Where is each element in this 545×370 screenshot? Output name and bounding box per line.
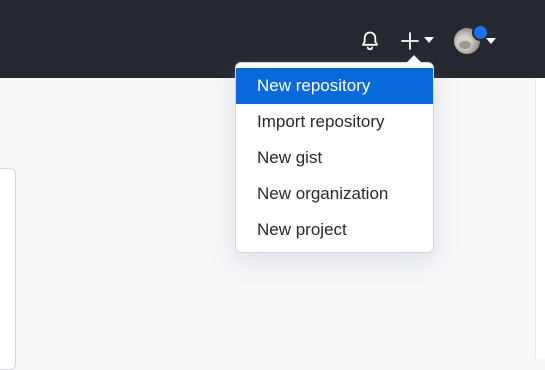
dropdown-caret-fill: [407, 56, 421, 63]
avatar-image-detail: [459, 41, 471, 49]
bell-icon: [362, 31, 378, 51]
menu-item-new-gist[interactable]: New gist: [236, 140, 433, 176]
triangle-down-icon: [424, 37, 434, 43]
create-new-dropdown-menu: New repository Import repository New gis…: [235, 55, 434, 253]
notifications-button[interactable]: [358, 29, 382, 53]
menu-item-import-repository[interactable]: Import repository: [236, 104, 433, 140]
triangle-down-icon: [486, 38, 496, 44]
user-menu-button[interactable]: [452, 24, 500, 56]
menu-item-new-project[interactable]: New project: [236, 212, 433, 248]
menu-item-new-organization[interactable]: New organization: [236, 176, 433, 212]
plus-icon: [401, 32, 419, 50]
menu-item-new-repository[interactable]: New repository: [236, 68, 433, 104]
create-new-button[interactable]: [398, 29, 438, 53]
scrollbar[interactable]: [535, 78, 545, 358]
content-panel-edge: [0, 168, 16, 370]
